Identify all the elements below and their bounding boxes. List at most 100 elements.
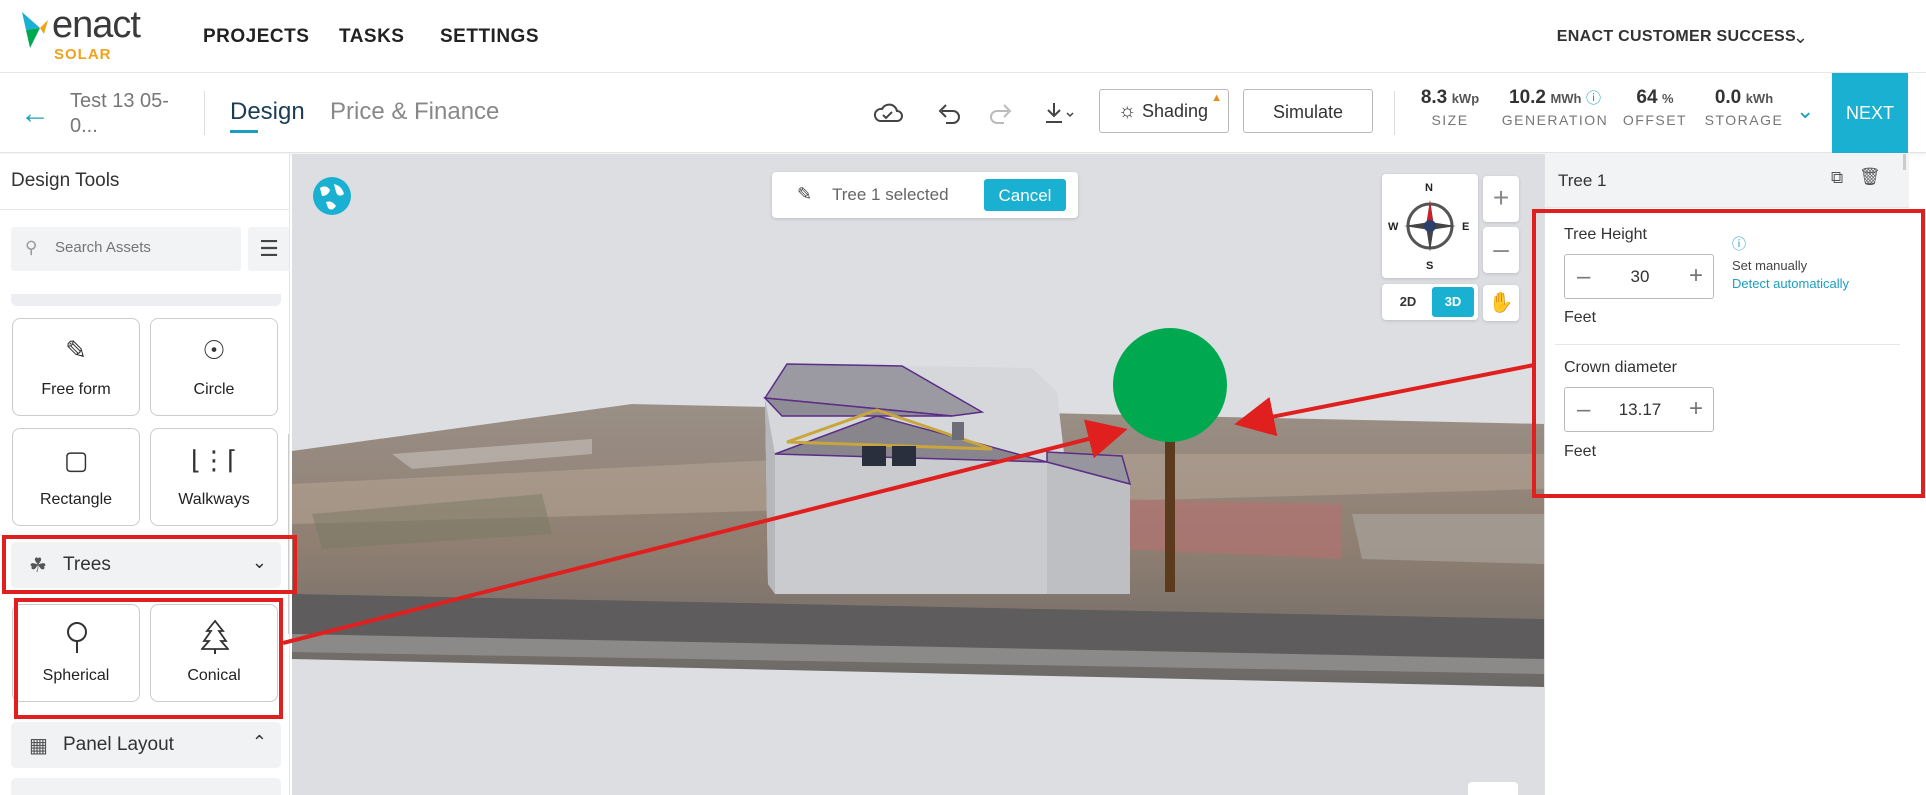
stat-label: GENERATION xyxy=(1501,112,1609,128)
tab-price-finance[interactable]: Price & Finance xyxy=(330,98,499,126)
panel-title: Tree 1 xyxy=(1558,171,1607,190)
zoom-in-button[interactable]: + xyxy=(1483,176,1519,222)
selection-text: Tree 1 selected xyxy=(832,185,949,204)
3d-design-canvas[interactable]: ✎ Tree 1 selected Cancel N S E W + – 2D … xyxy=(292,154,1544,795)
stat-generation: 10.2 MWh ⓘ GENERATION xyxy=(1500,87,1610,128)
search-icon: ⚲ xyxy=(25,238,38,257)
stat-label: STORAGE xyxy=(1704,112,1784,128)
solar-panel-icon: ▦ xyxy=(29,735,48,757)
simulate-label: Simulate xyxy=(1272,102,1344,122)
tool-label: Circle xyxy=(193,381,235,398)
chevron-down-icon[interactable]: ⌄ xyxy=(1796,98,1814,124)
divider xyxy=(0,209,289,210)
annotation-box-tree-tools xyxy=(14,598,283,719)
stat-label: SIZE xyxy=(1431,112,1469,128)
duplicate-icon[interactable]: ⧉ xyxy=(1831,168,1843,188)
next-button[interactable]: NEXT xyxy=(1832,73,1908,153)
view-2d-button[interactable]: 2D xyxy=(1386,287,1430,317)
stat-value: 8.3 xyxy=(1420,87,1448,108)
panel-layout-item[interactable] xyxy=(11,778,281,795)
edit-shape-icon: ✎ xyxy=(797,184,813,204)
stat-storage: 0.0 kWh STORAGE xyxy=(1702,87,1786,128)
chevron-up-icon: ⌃ xyxy=(251,732,267,752)
stat-value: 0.0 xyxy=(1714,87,1742,108)
tab-design[interactable]: Design xyxy=(230,98,305,126)
menu-icon[interactable]: ☰ xyxy=(248,227,289,271)
stat-offset: 64 % OFFSET xyxy=(1618,87,1692,128)
download-icon[interactable] xyxy=(1043,101,1077,125)
tree-crown xyxy=(1113,328,1227,442)
chevron-down-icon[interactable]: ⌄ xyxy=(1793,27,1808,48)
tool-walkways[interactable]: ⌊⋮⌈ Walkways xyxy=(150,428,278,526)
rectangle-icon: ▢ xyxy=(63,445,89,475)
tool-rectangle[interactable]: ▢ Rectangle xyxy=(12,428,140,526)
annotation-box-tree-properties xyxy=(1532,209,1925,498)
tool-label: Walkways xyxy=(178,491,250,508)
design-toolbar: ← Test 13 05-0... Design Price & Finance… xyxy=(0,73,1926,153)
scene-render xyxy=(292,328,1544,687)
collapsed-section-edge xyxy=(11,294,281,306)
panel-scrollbar[interactable] xyxy=(1903,154,1906,170)
compass-west: W xyxy=(1388,221,1399,233)
enact-solar-logo[interactable]: enact SOLAR xyxy=(18,4,168,64)
stat-unit: kWp xyxy=(1451,91,1480,106)
tool-free-form[interactable]: ✎ Free form xyxy=(12,318,140,416)
stat-unit: MWh xyxy=(1550,91,1582,106)
stat-size: 8.3 kWp SIZE xyxy=(1410,87,1490,128)
shading-button[interactable]: ☼ Shading ▲ xyxy=(1099,89,1229,133)
stat-label: OFFSET xyxy=(1622,112,1688,128)
section-panel-layout[interactable]: ▦ Panel Layout ⌃ xyxy=(11,722,281,768)
trash-icon[interactable]: 🗑 xyxy=(1859,167,1881,187)
cloud-save-icon[interactable] xyxy=(872,101,904,125)
search-input[interactable] xyxy=(55,239,225,256)
pen-tool-icon: ✎ xyxy=(65,335,87,365)
annotation-box-trees xyxy=(2,535,297,594)
tool-circle[interactable]: ☉ Circle xyxy=(150,318,278,416)
active-tab-indicator xyxy=(230,130,258,133)
logo-icon xyxy=(22,12,48,48)
view-3d-button[interactable]: 3D xyxy=(1432,287,1474,317)
hand-pan-icon[interactable]: ✋ xyxy=(1483,285,1519,321)
info-icon[interactable]: ⓘ xyxy=(1586,90,1601,107)
compass-east: E xyxy=(1462,221,1470,233)
top-navigation: enact SOLAR PROJECTS TASKS SETTINGS ENAC… xyxy=(0,0,1926,73)
stat-value: 10.2 xyxy=(1509,87,1546,108)
nav-projects[interactable]: PROJECTS xyxy=(203,26,309,48)
canvas-corner-control[interactable] xyxy=(1468,782,1518,795)
sidebar-title: Design Tools xyxy=(11,170,120,191)
stat-unit: kWh xyxy=(1745,91,1774,106)
tree-trunk xyxy=(1165,439,1175,592)
sidebar-scrollbar[interactable] xyxy=(288,434,289,634)
tool-label: Free form xyxy=(41,381,111,398)
account-menu[interactable]: ENACT CUSTOMER SUCCESS xyxy=(1557,28,1796,46)
undo-icon[interactable] xyxy=(936,101,962,125)
search-box[interactable]: ⚲ xyxy=(11,227,241,271)
globe-icon[interactable] xyxy=(312,176,352,216)
nav-settings[interactable]: SETTINGS xyxy=(440,26,539,48)
stat-value: 64 xyxy=(1636,87,1658,108)
compass[interactable]: N S E W xyxy=(1382,174,1478,278)
logo-sub: SOLAR xyxy=(54,46,112,63)
view-mode-toggle: 2D 3D xyxy=(1382,284,1478,320)
sun-icon: ☼ xyxy=(1118,100,1137,122)
simulate-button[interactable]: Simulate xyxy=(1243,89,1373,133)
selection-banner: ✎ Tree 1 selected Cancel xyxy=(772,172,1078,218)
project-name: Test 13 05-0... xyxy=(70,90,169,137)
walkways-icon: ⌊⋮⌈ xyxy=(190,445,238,475)
back-arrow-icon[interactable]: ← xyxy=(20,97,50,131)
cancel-button[interactable]: Cancel xyxy=(984,179,1066,211)
shading-label: Shading xyxy=(1142,101,1209,121)
compass-north: N xyxy=(1425,182,1433,194)
next-label: NEXT xyxy=(1845,103,1894,123)
redo-icon[interactable] xyxy=(988,101,1014,125)
nav-tasks[interactable]: TASKS xyxy=(339,26,404,48)
compass-south: S xyxy=(1426,260,1434,272)
logo-word: enact xyxy=(52,4,141,46)
tool-label: Rectangle xyxy=(39,491,113,508)
compass-rose-icon xyxy=(1404,200,1456,252)
stat-unit: % xyxy=(1662,91,1674,106)
divider xyxy=(1394,91,1395,135)
panel-header: Tree 1 ⧉ 🗑 xyxy=(1545,154,1909,208)
zoom-out-button[interactable]: – xyxy=(1483,227,1519,273)
cancel-label: Cancel xyxy=(998,186,1052,205)
